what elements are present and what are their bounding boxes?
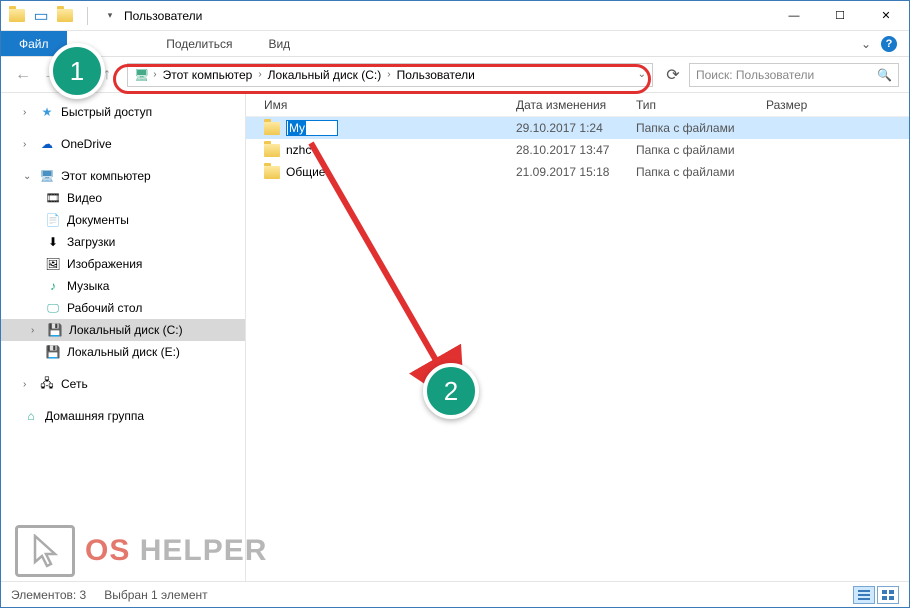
pc-icon: 🖥: [134, 68, 149, 82]
col-type[interactable]: Тип: [636, 98, 766, 112]
col-date[interactable]: Дата изменения: [516, 98, 636, 112]
cell-date: 29.10.2017 1:24: [516, 121, 636, 135]
cell-name: nzhc: [286, 143, 311, 157]
tree-music[interactable]: ♪Музыка: [1, 275, 245, 297]
tree-onedrive[interactable]: ›☁OneDrive: [1, 133, 245, 155]
new-folder-icon[interactable]: [57, 8, 73, 24]
status-count: Элементов: 3: [11, 588, 86, 602]
cell-date: 28.10.2017 13:47: [516, 143, 636, 157]
statusbar: Элементов: 3 Выбран 1 элемент: [1, 581, 909, 607]
cell-type: Папка с файлами: [636, 121, 766, 135]
tree-drive-e[interactable]: 💾Локальный диск (E:): [1, 341, 245, 363]
tree-network[interactable]: ›🖧Сеть: [1, 373, 245, 395]
nav-tree: ›★Быстрый доступ ›☁OneDrive ⌄🖥Этот компь…: [1, 93, 246, 581]
chevron-icon[interactable]: ›: [387, 69, 390, 80]
crumb[interactable]: Пользователи: [393, 68, 479, 82]
ribbon-expand-icon[interactable]: ⌄: [861, 37, 871, 51]
tree-drive-c[interactable]: ›💾Локальный диск (C:): [1, 319, 245, 341]
cursor-icon: [15, 525, 75, 577]
list-row[interactable]: Общие 21.09.2017 15:18 Папка с файлами: [246, 161, 909, 183]
back-button[interactable]: ←: [11, 63, 35, 87]
list-row[interactable]: nzhc 28.10.2017 13:47 Папка с файлами: [246, 139, 909, 161]
rename-input[interactable]: My: [286, 120, 338, 136]
folder-icon: [264, 144, 280, 157]
folder-icon: [9, 8, 25, 24]
list-row[interactable]: My 29.10.2017 1:24 Папка с файлами: [246, 117, 909, 139]
close-button[interactable]: ✕: [863, 1, 909, 31]
cell-date: 21.09.2017 15:18: [516, 165, 636, 179]
help-icon[interactable]: ?: [881, 36, 897, 52]
navbar: ← → ▾ ↑ 🖥 › Этот компьютер › Локальный д…: [1, 57, 909, 93]
cell-type: Папка с файлами: [636, 143, 766, 157]
column-headers: Имя Дата изменения Тип Размер: [246, 93, 909, 117]
breadcrumb-dropdown-icon[interactable]: ⌄: [638, 69, 646, 80]
chevron-icon[interactable]: ›: [153, 69, 156, 80]
watermark: OS HELPER: [15, 525, 267, 577]
titlebar: ▭ ▾ Пользователи ― ☐ ✕: [1, 1, 909, 31]
annotation-badge-1: 1: [49, 43, 105, 99]
cell-name: Общие: [286, 165, 325, 179]
qat-dropdown-icon[interactable]: ▾: [102, 8, 118, 24]
search-placeholder: Поиск: Пользователи: [696, 68, 814, 82]
col-name[interactable]: Имя: [246, 98, 516, 112]
properties-icon[interactable]: ▭: [33, 8, 49, 24]
refresh-button[interactable]: ⟳: [661, 63, 685, 87]
tree-downloads[interactable]: ⬇Загрузки: [1, 231, 245, 253]
tree-thispc[interactable]: ⌄🖥Этот компьютер: [1, 165, 245, 187]
col-size[interactable]: Размер: [766, 98, 909, 112]
view-details-button[interactable]: [853, 586, 875, 604]
content-area: ›★Быстрый доступ ›☁OneDrive ⌄🖥Этот компь…: [1, 93, 909, 581]
chevron-icon[interactable]: ›: [258, 69, 261, 80]
view-icons-button[interactable]: [877, 586, 899, 604]
minimize-button[interactable]: ―: [771, 1, 817, 31]
window-controls: ― ☐ ✕: [771, 1, 909, 31]
tree-desktop[interactable]: 🖵Рабочий стол: [1, 297, 245, 319]
tab-view[interactable]: Вид: [250, 37, 308, 51]
tree-quickaccess[interactable]: ›★Быстрый доступ: [1, 101, 245, 123]
tree-documents[interactable]: 📄Документы: [1, 209, 245, 231]
cell-type: Папка с файлами: [636, 165, 766, 179]
tree-videos[interactable]: 🎞Видео: [1, 187, 245, 209]
tree-pictures[interactable]: 🖼Изображения: [1, 253, 245, 275]
status-selected: Выбран 1 элемент: [104, 588, 207, 602]
breadcrumb[interactable]: 🖥 › Этот компьютер › Локальный диск (C:)…: [127, 63, 653, 87]
crumb[interactable]: Этот компьютер: [159, 68, 257, 82]
quick-access-toolbar: ▭ ▾: [9, 7, 118, 25]
tab-share[interactable]: Поделиться: [148, 37, 250, 51]
file-list: Имя Дата изменения Тип Размер My 29.10.2…: [246, 93, 909, 581]
search-icon: 🔍: [877, 68, 892, 82]
ribbon: Файл Главная Поделиться Вид ⌄ ?: [1, 31, 909, 57]
search-input[interactable]: Поиск: Пользователи 🔍: [689, 63, 899, 87]
maximize-button[interactable]: ☐: [817, 1, 863, 31]
crumb[interactable]: Локальный диск (C:): [264, 68, 386, 82]
folder-icon: [264, 166, 280, 179]
tree-homegroup[interactable]: ⌂Домашняя группа: [1, 405, 245, 427]
window-title: Пользователи: [124, 9, 202, 23]
folder-icon: [264, 122, 280, 135]
annotation-badge-2: 2: [423, 363, 479, 419]
